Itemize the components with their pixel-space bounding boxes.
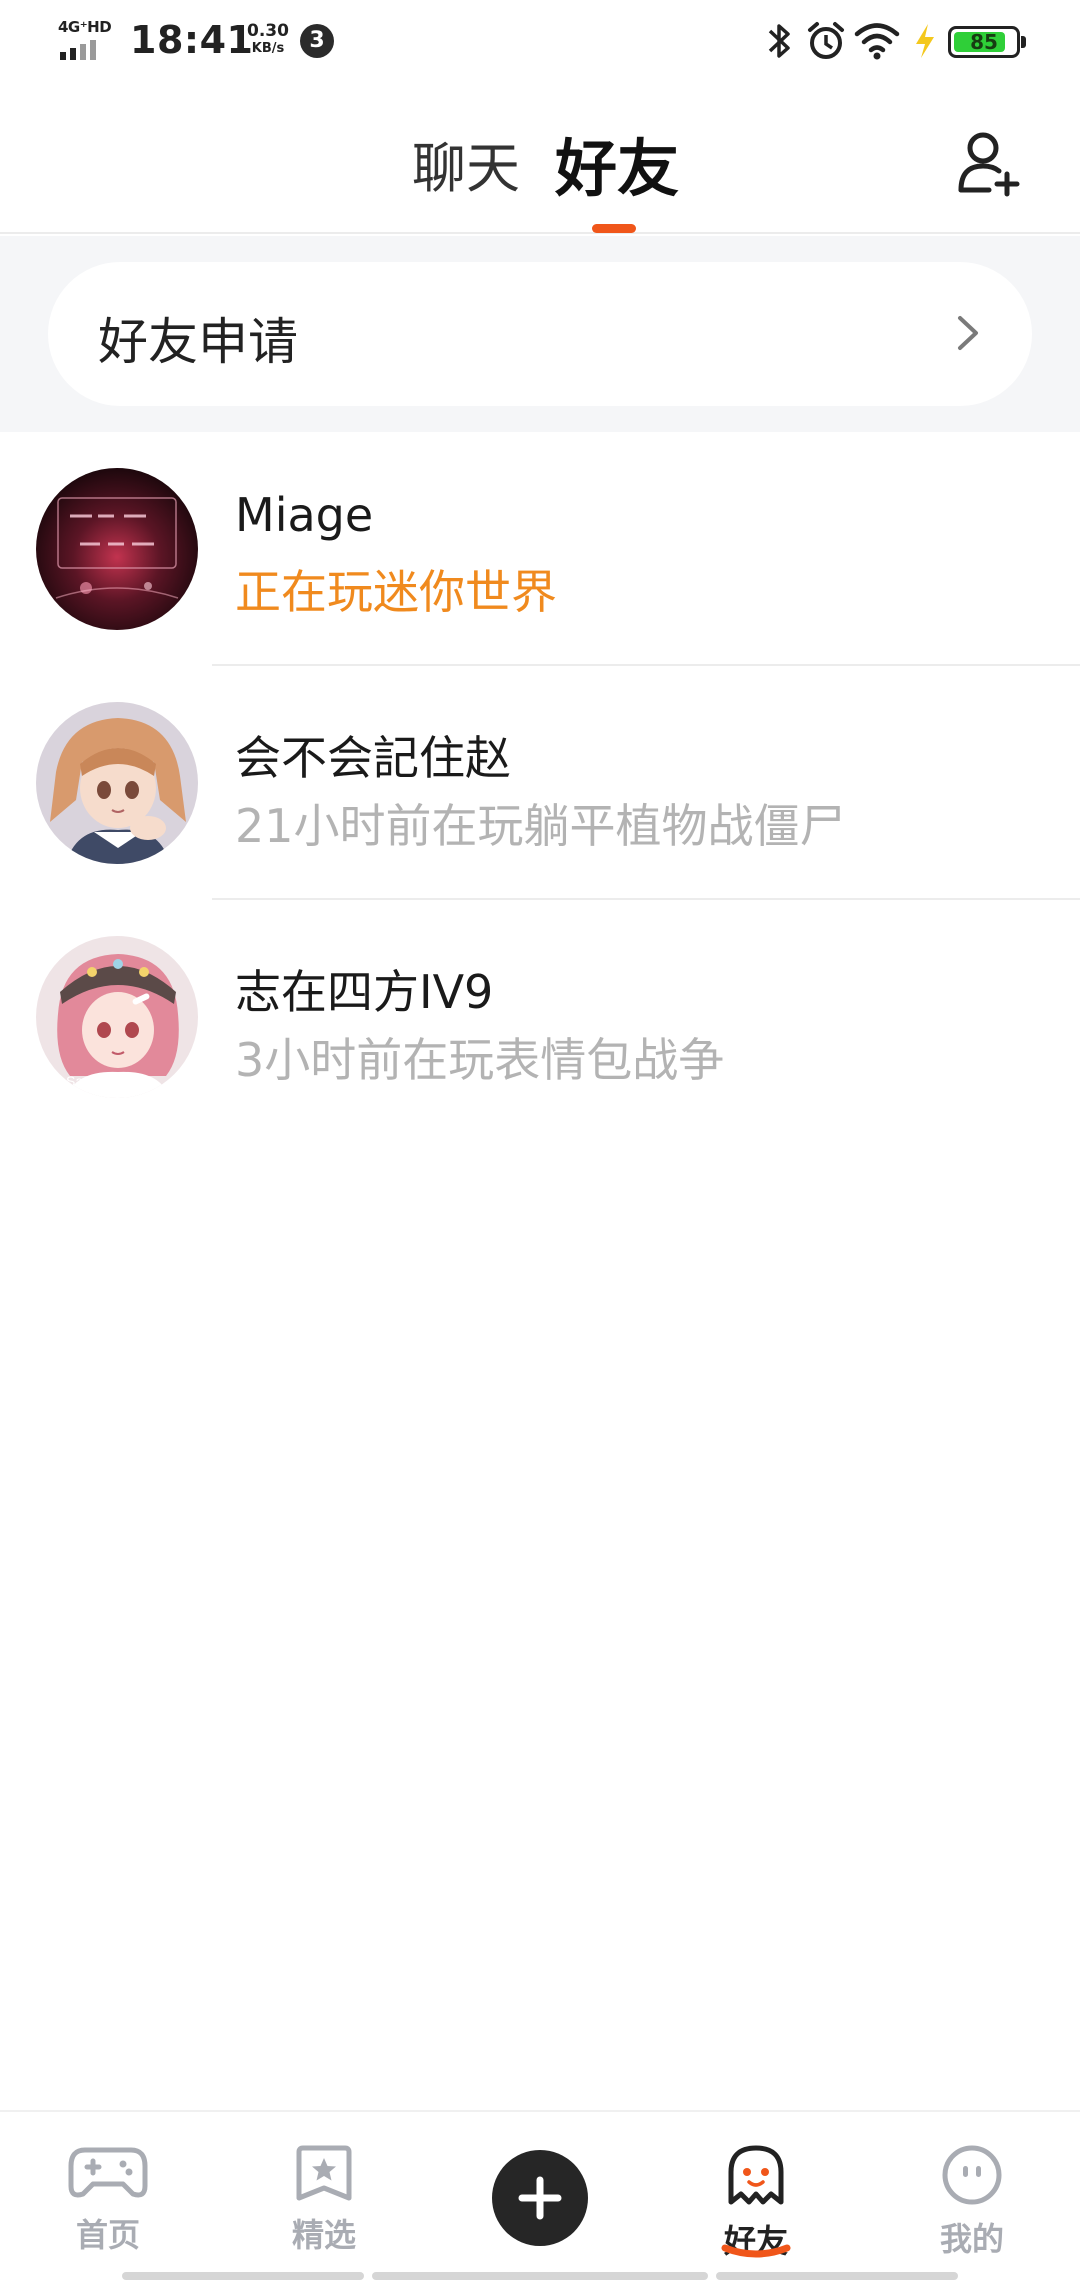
friend-request-button[interactable]: 好友申请 <box>48 262 1032 406</box>
nav-home[interactable]: 首页 <box>38 2142 178 2256</box>
gamepad-icon <box>68 2147 148 2198</box>
avatar[interactable] <box>36 702 198 864</box>
nav-label: 首页 <box>75 2216 140 2254</box>
avatar-image <box>36 468 198 630</box>
speed-unit: KB/s <box>251 41 285 56</box>
tab-chat[interactable]: 聊天 <box>412 124 520 203</box>
battery-icon: 85 <box>948 26 1026 58</box>
avatar[interactable] <box>36 468 198 630</box>
create-button[interactable] <box>492 2150 588 2246</box>
signal-icon <box>60 40 96 60</box>
gesture-bar-center <box>372 2272 708 2280</box>
clock: 18:41 <box>130 18 254 62</box>
friend-name: Miage <box>235 488 374 542</box>
nav-label: 精选 <box>291 2216 356 2254</box>
gesture-bar-right <box>716 2272 958 2280</box>
nav-featured[interactable]: 精选 <box>254 2142 394 2256</box>
notification-badge: 3 <box>300 24 334 58</box>
friend-status: 3小时前在玩表情包战争 <box>235 1033 725 1087</box>
tab-friends[interactable]: 好友 <box>555 118 679 208</box>
add-user-icon <box>958 132 1020 197</box>
avatar-image <box>36 702 198 864</box>
avatar[interactable]: Sample <box>36 936 198 1098</box>
charging-icon <box>916 24 934 58</box>
nav-friends[interactable]: 好友 <box>686 2142 826 2262</box>
friend-status: 21小时前在玩躺平植物战僵尸 <box>235 799 846 853</box>
ghost-icon <box>728 2145 784 2205</box>
friend-list-item[interactable]: Miage 正在玩迷你世界 <box>0 432 1080 666</box>
nav-mine[interactable]: 我的 <box>902 2142 1042 2260</box>
friends-screen: 4G⁺HD 18:41 0.30 KB/s 3 85 聊天 好友 好友申请 Mi… <box>0 0 1080 2280</box>
add-friend-button[interactable] <box>955 128 1025 198</box>
wifi-icon <box>854 23 900 60</box>
active-tab-indicator <box>592 224 636 233</box>
friend-status: 正在玩迷你世界 <box>235 565 557 619</box>
gesture-bar-left <box>122 2272 364 2280</box>
friend-request-label: 好友申请 <box>98 313 298 371</box>
friend-list-item[interactable]: 会不会記住赵 21小时前在玩躺平植物战僵尸 <box>0 666 1080 900</box>
smiley-icon <box>942 2145 1002 2205</box>
avatar-image: Sample <box>36 936 198 1098</box>
bluetooth-icon <box>768 24 790 58</box>
svg-text:Sample: Sample <box>66 1073 114 1089</box>
nav-label: 我的 <box>939 2220 1004 2258</box>
chevron-right-icon <box>958 316 978 350</box>
plus-icon <box>518 2176 562 2220</box>
status-bar: 4G⁺HD 18:41 0.30 KB/s 3 85 <box>0 0 1080 84</box>
battery-percent: 85 <box>970 30 998 54</box>
network-speed: 0.30 KB/s <box>243 22 293 58</box>
top-tab-header: 聊天 好友 <box>0 84 1080 234</box>
friend-list-item[interactable]: Sample 志在四方IV9 3小时前在玩表情包战争 <box>0 900 1080 1134</box>
alarm-icon <box>808 22 844 59</box>
signal-indicator: 4G⁺HD <box>58 18 114 60</box>
friend-request-section: 好友申请 <box>0 236 1080 432</box>
bottom-navigation: 首页 精选 好友 我的 <box>0 2110 1080 2280</box>
friend-list: Miage 正在玩迷你世界 会不会記住赵 21小时前在玩躺平植物战僵尸 Samp… <box>0 432 1080 1134</box>
network-type: 4G⁺HD <box>58 18 112 36</box>
friend-name: 会不会記住赵 <box>235 731 511 785</box>
friend-name: 志在四方IV9 <box>235 965 494 1019</box>
speed-value: 0.30 <box>247 21 289 41</box>
active-nav-underline <box>721 2244 791 2258</box>
star-bookmark-icon <box>296 2145 352 2201</box>
